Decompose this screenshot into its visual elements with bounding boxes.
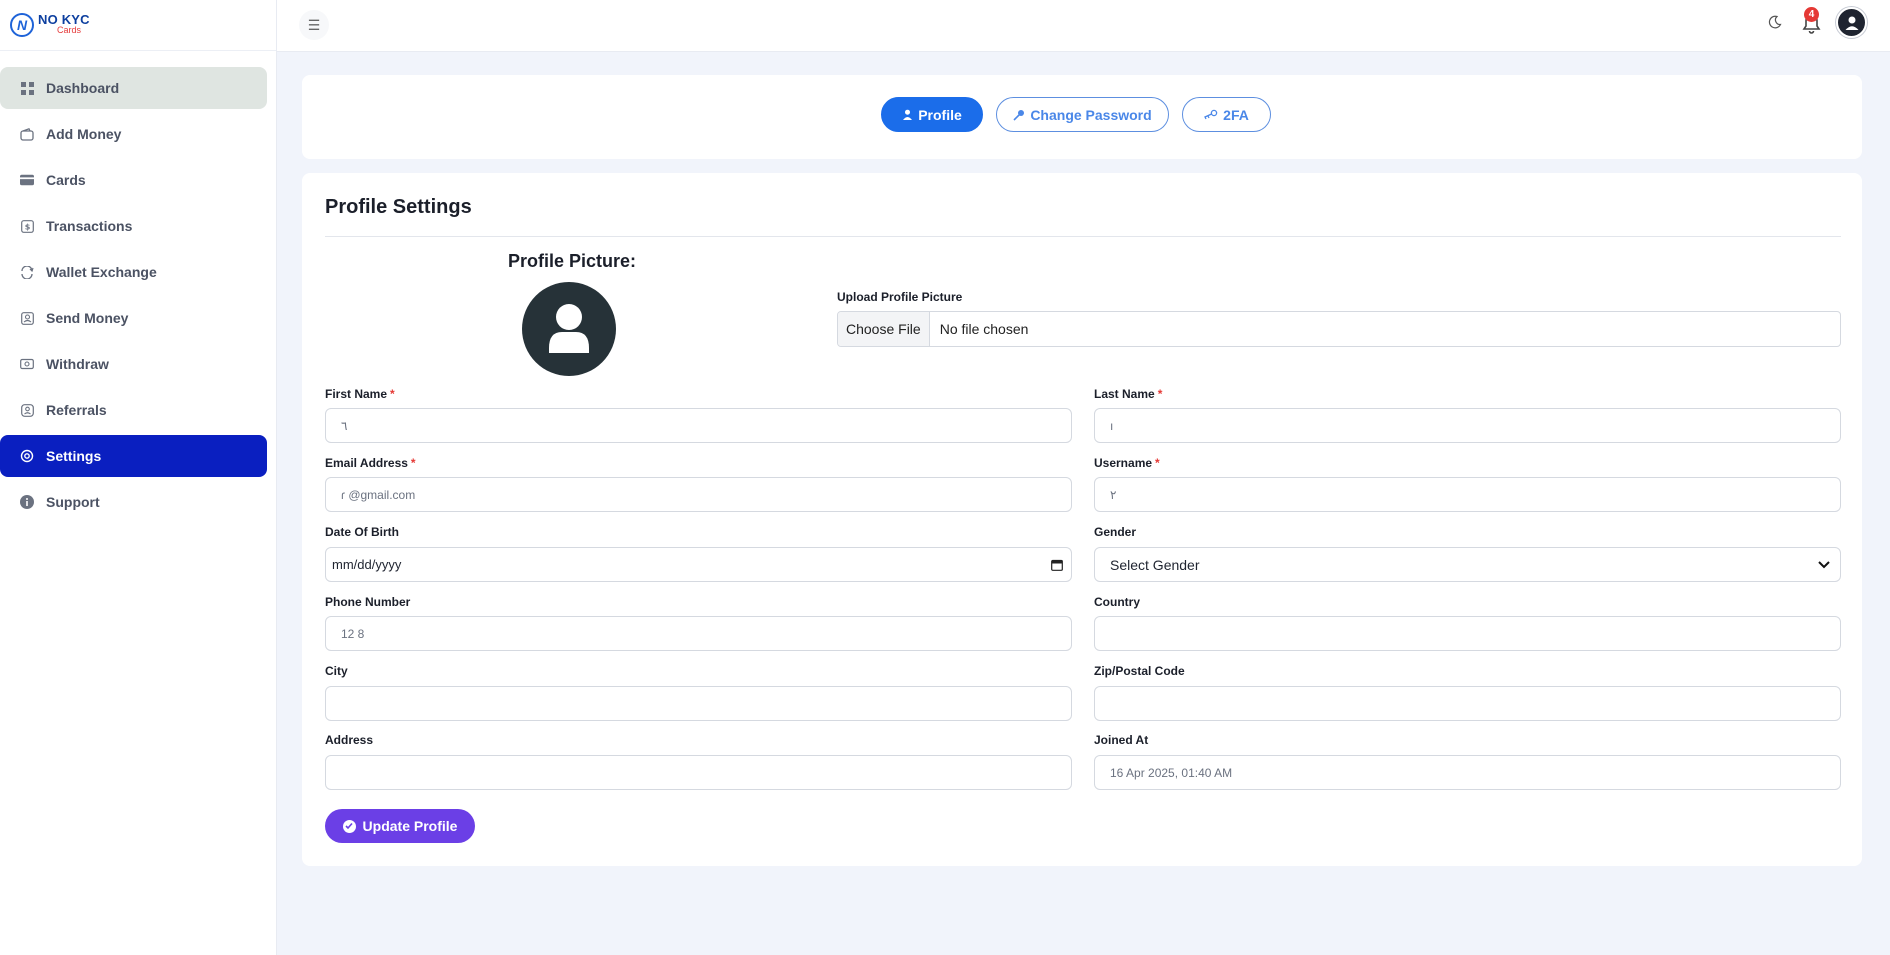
tab-2fa-label: 2FA <box>1223 106 1249 123</box>
username-label: Username * <box>1094 456 1160 470</box>
settings-icon <box>20 449 34 463</box>
zip-label: Zip/Postal Code <box>1094 664 1185 678</box>
sidebar-item-transactions[interactable]: $ Transactions <box>0 205 267 247</box>
sidebar-item-dashboard[interactable]: Dashboard <box>0 67 267 109</box>
choose-file-button[interactable]: Choose File <box>838 312 930 346</box>
sidebar-item-cards[interactable]: Cards <box>0 159 267 201</box>
zip-field[interactable] <box>1094 686 1841 721</box>
referral-icon <box>20 403 34 417</box>
phone-label: Phone Number <box>325 595 411 609</box>
city-label: City <box>325 664 348 678</box>
dashboard-icon <box>20 81 34 95</box>
divider <box>325 236 1841 237</box>
sidebar-item-withdraw[interactable]: Withdraw <box>0 343 267 385</box>
sidebar-item-label: Add Money <box>46 126 122 142</box>
sidebar-item-label: Support <box>46 494 100 510</box>
calendar-icon <box>1051 559 1063 571</box>
user-avatar[interactable] <box>1836 7 1867 38</box>
gender-select[interactable]: Select Gender <box>1094 547 1841 582</box>
info-icon <box>20 495 34 509</box>
menu-toggle-icon[interactable]: ☰ <box>299 10 329 40</box>
brand-name: NO KYC <box>38 12 90 27</box>
sidebar-item-label: Cards <box>46 172 86 188</box>
upload-file-input[interactable]: Choose File No file chosen <box>837 311 1841 347</box>
page-title: Profile Settings <box>325 196 472 218</box>
gender-value: Select Gender <box>1110 556 1200 573</box>
address-label: Address <box>325 733 374 747</box>
tab-change-password[interactable]: Change Password <box>996 97 1169 132</box>
user-icon <box>903 109 913 120</box>
tab-profile-label: Profile <box>918 106 962 123</box>
profile-picture-avatar-icon <box>522 282 616 376</box>
dob-value: mm/dd/yyyy <box>332 557 402 572</box>
update-profile-button[interactable]: Update Profile <box>325 809 475 843</box>
settings-tabs: Profile Change Password 2FA <box>302 75 1862 159</box>
phone-field[interactable]: 12 8 <box>325 616 1072 651</box>
key-icon <box>1204 109 1218 120</box>
exchange-icon <box>20 265 34 279</box>
profile-settings-form: Profile Settings Profile Picture: Upload… <box>302 173 1862 866</box>
sidebar-item-support[interactable]: Support <box>0 481 267 523</box>
first-name-label: First Name * <box>325 387 395 401</box>
joined-at-label: Joined At <box>1094 733 1149 747</box>
last-name-field[interactable]: ı <box>1094 408 1841 443</box>
country-field[interactable] <box>1094 616 1841 651</box>
upload-label: Upload Profile Picture <box>837 290 963 304</box>
dob-field[interactable]: mm/dd/yyyy <box>325 547 1072 582</box>
gender-label: Gender <box>1094 525 1137 539</box>
sidebar-item-label: Dashboard <box>46 80 120 96</box>
wallet-icon <box>20 127 34 141</box>
last-name-label: Last Name * <box>1094 387 1163 401</box>
dob-label: Date Of Birth <box>325 525 400 539</box>
logo-mark-icon: N <box>10 13 34 37</box>
check-circle-icon <box>342 819 356 833</box>
sidebar-item-send-money[interactable]: Send Money <box>0 297 267 339</box>
sidebar-item-referrals[interactable]: Referrals <box>0 389 267 431</box>
sidebar-item-wallet-exchange[interactable]: Wallet Exchange <box>0 251 267 293</box>
no-file-text: No file chosen <box>939 321 1029 337</box>
email-label: Email Address * <box>325 456 416 470</box>
chevron-down-icon <box>1818 560 1830 568</box>
tab-2fa[interactable]: 2FA <box>1182 97 1271 132</box>
email-field[interactable]: ɾ @gmail.com <box>325 477 1072 512</box>
username-field[interactable]: ٢ <box>1094 477 1841 512</box>
sidebar-item-label: Wallet Exchange <box>46 264 157 280</box>
top-header: ☰ 4 <box>277 0 1890 52</box>
joined-at-field: 16 Apr 2025, 01:40 AM <box>1094 755 1841 790</box>
transactions-icon: $ <box>20 219 34 233</box>
dark-mode-icon[interactable] <box>1765 12 1785 32</box>
svg-text:$: $ <box>24 222 30 231</box>
sidebar-item-settings[interactable]: Settings <box>0 435 267 477</box>
card-icon <box>20 173 34 187</box>
address-field[interactable] <box>325 755 1072 790</box>
sidebar-item-label: Send Money <box>46 310 129 326</box>
send-icon <box>20 311 34 325</box>
sidebar-item-label: Withdraw <box>46 356 109 372</box>
sidebar-nav: Dashboard Add Money Cards $ Transactions… <box>0 51 276 523</box>
sidebar-item-label: Referrals <box>46 402 107 418</box>
sidebar-item-add-money[interactable]: Add Money <box>0 113 267 155</box>
first-name-field[interactable]: ٦ <box>325 408 1072 443</box>
sidebar: N NO KYC Cards Dashboard Add Money Cards <box>0 0 277 955</box>
withdraw-icon <box>20 357 34 371</box>
profile-picture-label: Profile Picture: <box>508 251 637 271</box>
update-profile-label: Update Profile <box>362 818 458 834</box>
sidebar-item-label: Settings <box>46 448 102 464</box>
tab-change-password-label: Change Password <box>1030 106 1152 123</box>
country-label: Country <box>1094 595 1140 609</box>
notification-count-badge: 4 <box>1804 7 1819 22</box>
tab-profile[interactable]: Profile <box>881 97 983 132</box>
logo[interactable]: N NO KYC Cards <box>0 0 276 51</box>
key-icon <box>1013 109 1025 121</box>
sidebar-item-label: Transactions <box>46 218 133 234</box>
city-field[interactable] <box>325 686 1072 721</box>
